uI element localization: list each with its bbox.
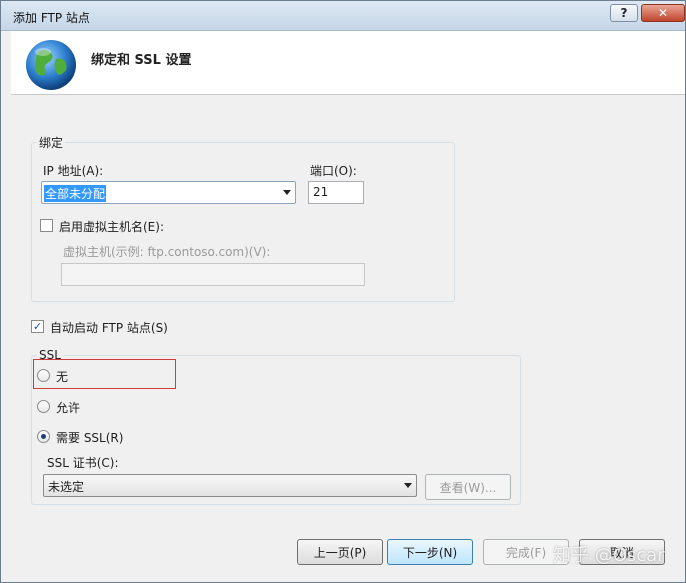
ip-address-value: 全部未分配 <box>44 185 107 202</box>
ip-address-label: IP 地址(A): <box>43 164 104 178</box>
page-title: 绑定和 SSL 设置 <box>91 53 192 68</box>
virtual-host-input[interactable] <box>61 263 365 286</box>
content-area: 绑定 IP 地址(A): 全部未分配 端口(O): 21 启用虚拟主机名(E):… <box>11 96 685 536</box>
ssl-require-radio[interactable] <box>37 430 50 443</box>
virtual-host-checkbox-label: 启用虚拟主机名(E): <box>59 220 164 234</box>
globe-icon <box>26 40 76 90</box>
window-title: 添加 FTP 站点 <box>13 11 90 25</box>
chevron-down-icon <box>404 483 412 488</box>
virtual-host-checkbox[interactable] <box>40 219 53 232</box>
ssl-require-label: 需要 SSL(R) <box>56 431 124 445</box>
ssl-allow-radio[interactable] <box>37 400 50 413</box>
chevron-down-icon <box>283 190 291 195</box>
virtual-host-field-label: 虚拟主机(示例: ftp.contoso.com)(V): <box>63 245 271 259</box>
wizard-header: 绑定和 SSL 设置 <box>11 31 685 95</box>
port-label: 端口(O): <box>310 164 357 178</box>
view-cert-button[interactable]: 查看(W)... <box>425 474 511 500</box>
ssl-cert-select[interactable]: 未选定 <box>43 474 417 497</box>
previous-button[interactable]: 上一页(P) <box>297 539 383 565</box>
title-bar: 添加 FTP 站点 ? ✕ <box>1 1 685 31</box>
dialog-window: 添加 FTP 站点 ? ✕ 绑定和 SSL 设置 绑定 IP 地址(A): 全部 <box>0 0 686 583</box>
binding-group-label: 绑定 <box>37 134 66 151</box>
port-field[interactable]: 21 <box>308 181 364 204</box>
ssl-cert-label: SSL 证书(C): <box>47 456 119 470</box>
ip-address-select[interactable]: 全部未分配 <box>41 181 296 204</box>
next-button[interactable]: 下一步(N) <box>387 539 473 565</box>
ssl-none-label: 无 <box>56 370 69 384</box>
watermark: 知乎 @Oscar <box>553 545 665 566</box>
help-button[interactable]: ? <box>610 4 638 22</box>
auto-start-checkbox[interactable]: ✓ <box>31 320 44 333</box>
close-button[interactable]: ✕ <box>641 4 685 22</box>
port-value: 21 <box>313 185 329 199</box>
auto-start-label: 自动启动 FTP 站点(S) <box>50 321 168 335</box>
ssl-none-radio[interactable] <box>37 369 50 382</box>
highlight-annotation <box>33 359 176 389</box>
ssl-cert-value: 未选定 <box>48 480 85 494</box>
ssl-allow-label: 允许 <box>56 401 81 415</box>
